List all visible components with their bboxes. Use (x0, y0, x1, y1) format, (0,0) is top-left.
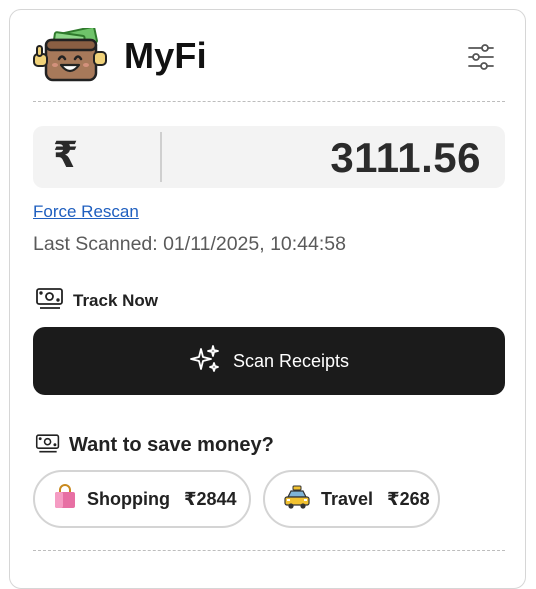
shopping-bag-icon (53, 483, 77, 515)
sparkles-icon (189, 343, 221, 380)
category-label: Travel (321, 488, 374, 509)
header: MyFi (24, 24, 504, 94)
category-label: Shopping (87, 488, 170, 509)
wallet-mascot-icon (32, 26, 108, 86)
category-chip-travel[interactable]: Travel ₹268 (263, 470, 440, 528)
save-money-label: Want to save money? (69, 434, 274, 456)
footer-divider (33, 550, 505, 551)
save-money-heading: Want to save money? (35, 432, 274, 459)
app-title: MyFi (124, 35, 207, 76)
last-scanned-text: Last Scanned: 01/11/2025, 10:44:58 (33, 233, 346, 255)
taxi-icon (283, 485, 311, 514)
cash-icon (35, 286, 65, 315)
track-now-label: Track Now (73, 290, 159, 310)
sliders-icon (468, 44, 494, 70)
category-amount: ₹2844 (183, 488, 237, 509)
balance-amount: 3111.56 (330, 134, 481, 181)
scan-receipts-label: Scan Receipts (232, 350, 350, 371)
settings-button[interactable] (464, 40, 498, 74)
currency-symbol: ₹ (53, 134, 79, 175)
header-divider (33, 101, 505, 102)
force-rescan-link[interactable]: Force Rescan (33, 202, 139, 222)
balance-card: ₹ 3111.56 (33, 126, 505, 188)
category-chip-shopping[interactable]: Shopping ₹2844 (33, 470, 251, 528)
cash-icon (35, 432, 61, 459)
scan-receipts-button[interactable]: Scan Receipts (33, 327, 505, 395)
category-amount: ₹268 (387, 488, 430, 509)
balance-separator (160, 132, 162, 182)
track-now-heading: Track Now (35, 286, 158, 315)
